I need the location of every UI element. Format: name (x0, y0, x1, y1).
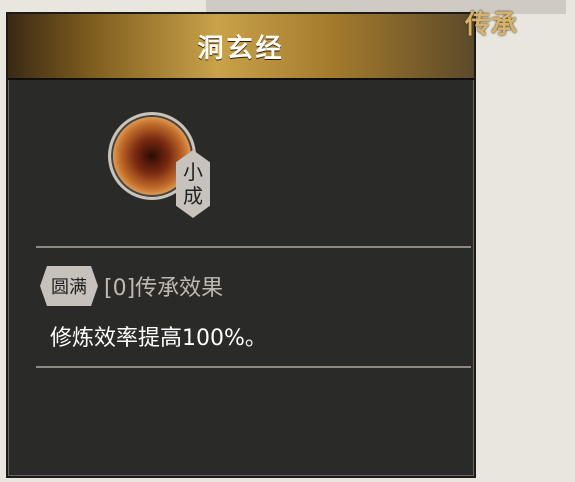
inherit-seal-text: 传承 (465, 10, 518, 40)
stage-char: 成 (183, 184, 203, 208)
effect-description: 修炼效率提高100%。 (50, 326, 267, 351)
inherit-seal: 传承 (459, 6, 529, 70)
tier-tag-label: 圆满 (51, 277, 87, 298)
stage-badge: 小成 (176, 150, 210, 218)
effect-title: [0]传承效果 (104, 276, 224, 301)
divider-bottom (36, 366, 471, 368)
skill-tooltip: 洞玄经 小成 圆满 [0]传承效果 修炼效率提高100%。 (6, 12, 476, 478)
stage-label: 小成 (176, 160, 210, 208)
tier-tag: 圆满 (40, 266, 98, 306)
skill-title: 洞玄经 (197, 34, 285, 64)
divider-top (36, 246, 471, 248)
tooltip-header: 洞玄经 (8, 14, 474, 80)
stage-char: 小 (183, 160, 203, 184)
